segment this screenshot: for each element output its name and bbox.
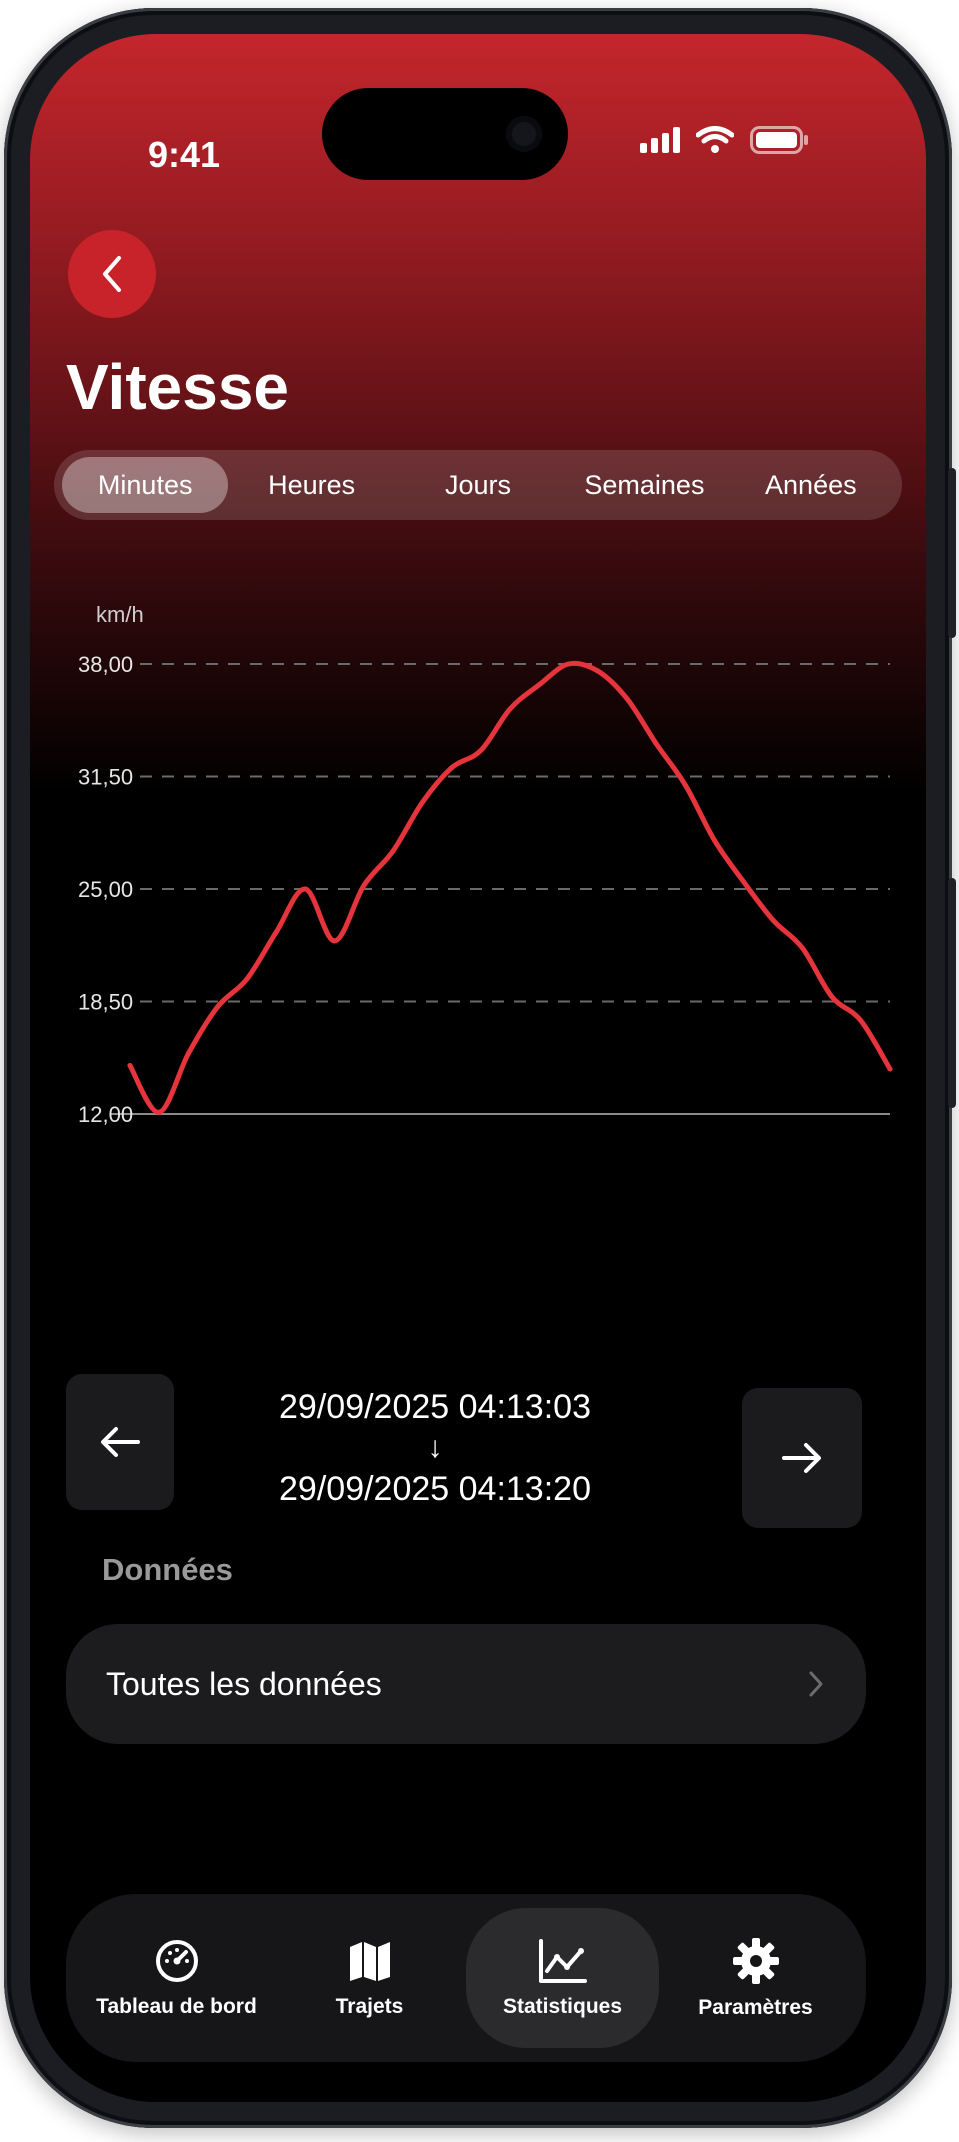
tab-label: Paramètres: [698, 1996, 813, 2019]
arrow-left-icon: [101, 1427, 140, 1457]
tab-statistiques[interactable]: Statistiques: [466, 1908, 659, 2048]
speed-data-point: [244, 976, 250, 982]
speed-data-point: [185, 1050, 191, 1056]
speed-data-point: [332, 938, 338, 944]
wifi-icon: [696, 126, 734, 153]
status-time: 9:41: [148, 134, 221, 175]
speedometer-icon: [155, 1940, 198, 1982]
chart-icon: [538, 1939, 587, 1983]
tab-trajets[interactable]: Trajets: [273, 1908, 466, 2048]
back-button[interactable]: [68, 230, 156, 318]
speed-data-point: [565, 661, 571, 667]
speed-data-point: [507, 706, 513, 712]
speed-data-point: [770, 917, 776, 923]
speed-data-point: [624, 696, 630, 702]
speed-data-point: [887, 1066, 893, 1072]
tab-semaines[interactable]: Semaines: [561, 457, 727, 513]
all-data-row[interactable]: Toutes les données: [66, 1624, 866, 1744]
range-arrow: ↓: [427, 1431, 443, 1464]
speed-data-point: [478, 748, 484, 754]
tab-heures[interactable]: Heures: [228, 457, 394, 513]
speed-data-point: [741, 879, 747, 885]
tab-minutes[interactable]: Minutes: [62, 457, 229, 513]
all-data-label: Toutes les données: [106, 1665, 382, 1702]
tab-label: Trajets: [335, 1995, 404, 2018]
speed-data-point: [829, 993, 835, 999]
chevron-right-icon: [809, 1671, 823, 1697]
range-start: 29/09/2025 04:13:03: [279, 1388, 591, 1426]
status-icons: [640, 126, 808, 154]
arrow-right-icon: [782, 1443, 821, 1473]
phone-frame: 9:41 Vitesse Minutes Heures Jours Semain…: [4, 8, 956, 2128]
previous-range-button[interactable]: [66, 1374, 174, 1510]
chevron-left-icon: [103, 256, 121, 292]
tab-tableau-de-bord[interactable]: Tableau de bord: [80, 1908, 273, 2048]
speed-data-point: [273, 929, 279, 935]
tab-label: Tableau de bord: [96, 1995, 257, 2018]
tab-parametres[interactable]: Paramètres: [659, 1908, 852, 2048]
side-button: [948, 878, 956, 1108]
battery-icon: [750, 126, 808, 154]
speed-data-point: [653, 741, 659, 747]
speed-data-point: [799, 945, 805, 951]
y-tick-label: 31,50: [78, 765, 133, 790]
speed-series-line: [127, 660, 893, 1115]
bottom-tab-bar: Tableau de bord Trajets Statistiques Par…: [66, 1894, 866, 2062]
camera-icon: [506, 116, 542, 152]
page-title: Vitesse: [66, 351, 289, 423]
speed-data-point: [215, 1004, 221, 1010]
map-icon: [349, 1942, 390, 1981]
range-end: 29/09/2025 04:13:20: [279, 1470, 591, 1508]
section-label-donnees: Données: [102, 1552, 233, 1587]
speed-data-point: [712, 838, 718, 844]
tab-annees[interactable]: Années: [728, 457, 894, 513]
speed-data-point: [449, 765, 455, 771]
dynamic-island: [322, 88, 568, 180]
speed-data-point: [361, 883, 367, 889]
y-axis-label: km/h: [96, 602, 144, 627]
speed-data-point: [156, 1109, 162, 1115]
date-range: 29/09/2025 04:13:03 ↓ 29/09/2025 04:13:2…: [240, 1384, 630, 1512]
speed-data-point: [536, 682, 542, 688]
speed-data-point: [595, 668, 601, 674]
speed-data-point: [127, 1063, 133, 1069]
speed-chart: km/h 38,00 31,50 25,00 18,50 12,00: [78, 602, 893, 1127]
y-tick-label: 18,50: [78, 990, 133, 1015]
speed-data-point: [390, 848, 396, 854]
screen: 9:41 Vitesse Minutes Heures Jours Semain…: [30, 34, 926, 2102]
speed-data-point: [419, 799, 425, 805]
tab-label: Statistiques: [502, 1995, 623, 2018]
signal-icon: [640, 127, 680, 153]
speed-data-point: [302, 886, 308, 892]
y-tick-label: 25,00: [78, 877, 133, 902]
next-range-button[interactable]: [742, 1388, 862, 1528]
y-tick-label: 38,00: [78, 652, 133, 677]
speed-data-point: [682, 782, 688, 788]
gear-icon: [732, 1938, 779, 1984]
tab-jours[interactable]: Jours: [395, 457, 561, 513]
side-button: [948, 468, 956, 638]
period-tabs: Minutes Heures Jours Semaines Années: [54, 450, 902, 520]
y-tick-label: 12,00: [78, 1102, 133, 1127]
speed-data-point: [858, 1018, 864, 1024]
